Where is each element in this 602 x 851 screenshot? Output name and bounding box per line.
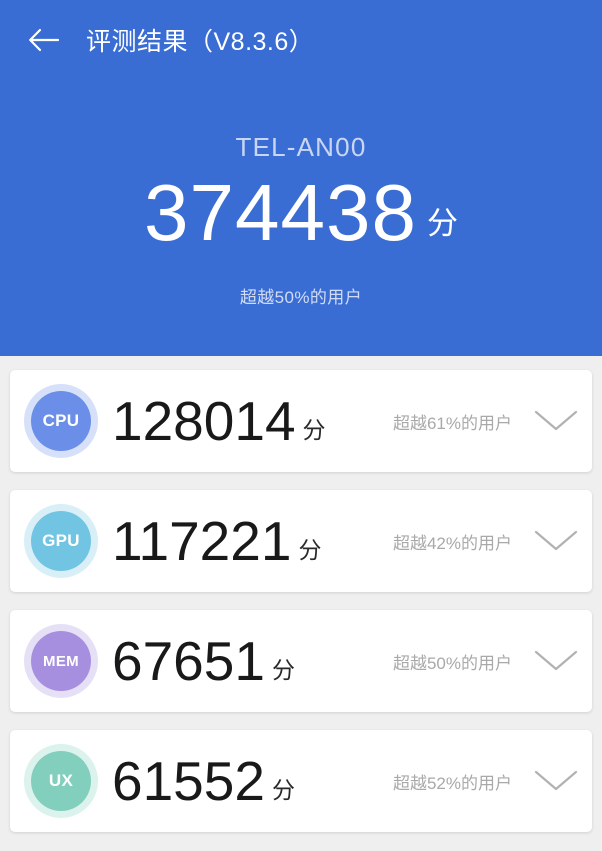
mem-score-block: 67651 分 [112, 629, 295, 692]
cpu-badge: CPU [24, 384, 98, 458]
back-button[interactable] [14, 16, 74, 64]
benchmark-result-screen: 评测结果（V8.3.6） TEL-AN00 374438 分 超越50%的用户 … [0, 0, 602, 851]
ux-score-block: 61552 分 [112, 749, 295, 812]
chevron-down-icon [533, 768, 579, 794]
ux-badge-circle: UX [31, 751, 91, 811]
page-title: 评测结果（V8.3.6） [86, 28, 315, 56]
score-card-mem[interactable]: MEM 67651 分 超越50%的用户 [10, 610, 592, 712]
cpu-percentile-label: 超越61%的用户 [392, 413, 512, 433]
score-card-gpu[interactable]: GPU 117221 分 超越42%的用户 [10, 490, 592, 592]
gpu-score-block: 117221 分 [112, 509, 322, 572]
total-percentile-label: 超越50%的用户 [239, 288, 363, 307]
cpu-score-block: 128014 分 [112, 389, 326, 452]
score-card-cpu[interactable]: CPU 128014 分 超越61%的用户 [10, 370, 592, 472]
chevron-down-icon [533, 528, 579, 554]
cpu-score-value: 128014 [112, 389, 296, 452]
mem-score-value: 67651 [112, 629, 265, 692]
mem-percentile-label: 超越50%的用户 [392, 653, 512, 673]
cpu-score-unit: 分 [302, 416, 326, 443]
mem-badge-label: MEM [43, 652, 79, 670]
gpu-badge: GPU [24, 504, 98, 578]
chevron-down-icon [533, 408, 579, 434]
ux-expand-button[interactable] [520, 768, 592, 794]
ux-badge: UX [24, 744, 98, 818]
cpu-badge-label: CPU [42, 411, 80, 430]
mem-badge-circle: MEM [31, 631, 91, 691]
score-card-list: CPU 128014 分 超越61%的用户 GPU 117221 分 超越42%… [0, 370, 602, 850]
cpu-expand-button[interactable] [520, 408, 592, 434]
gpu-badge-circle: GPU [31, 511, 91, 571]
ux-score-value: 61552 [112, 749, 265, 812]
gpu-score-unit: 分 [298, 536, 322, 563]
title-bar: 评测结果（V8.3.6） [0, 16, 602, 64]
result-header: 评测结果（V8.3.6） TEL-AN00 374438 分 超越50%的用户 [0, 0, 602, 356]
mem-score-unit: 分 [271, 656, 295, 683]
gpu-percentile-label: 超越42%的用户 [392, 533, 512, 553]
mem-expand-button[interactable] [520, 648, 592, 674]
gpu-expand-button[interactable] [520, 528, 592, 554]
cpu-badge-circle: CPU [31, 391, 91, 451]
arrow-left-icon [27, 27, 61, 53]
ux-badge-label: UX [48, 771, 74, 790]
ux-score-unit: 分 [271, 776, 295, 803]
total-score-unit: 分 [426, 206, 458, 241]
total-score-row: 374438 分 [0, 168, 602, 257]
gpu-score-value: 117221 [112, 509, 292, 572]
mem-badge: MEM [24, 624, 98, 698]
chevron-down-icon [533, 648, 579, 674]
gpu-badge-label: GPU [42, 531, 80, 550]
total-score-value: 374438 [144, 168, 417, 257]
device-model-label: TEL-AN00 [235, 132, 367, 162]
score-card-ux[interactable]: UX 61552 分 超越52%的用户 [10, 730, 592, 832]
ux-percentile-label: 超越52%的用户 [392, 773, 512, 793]
